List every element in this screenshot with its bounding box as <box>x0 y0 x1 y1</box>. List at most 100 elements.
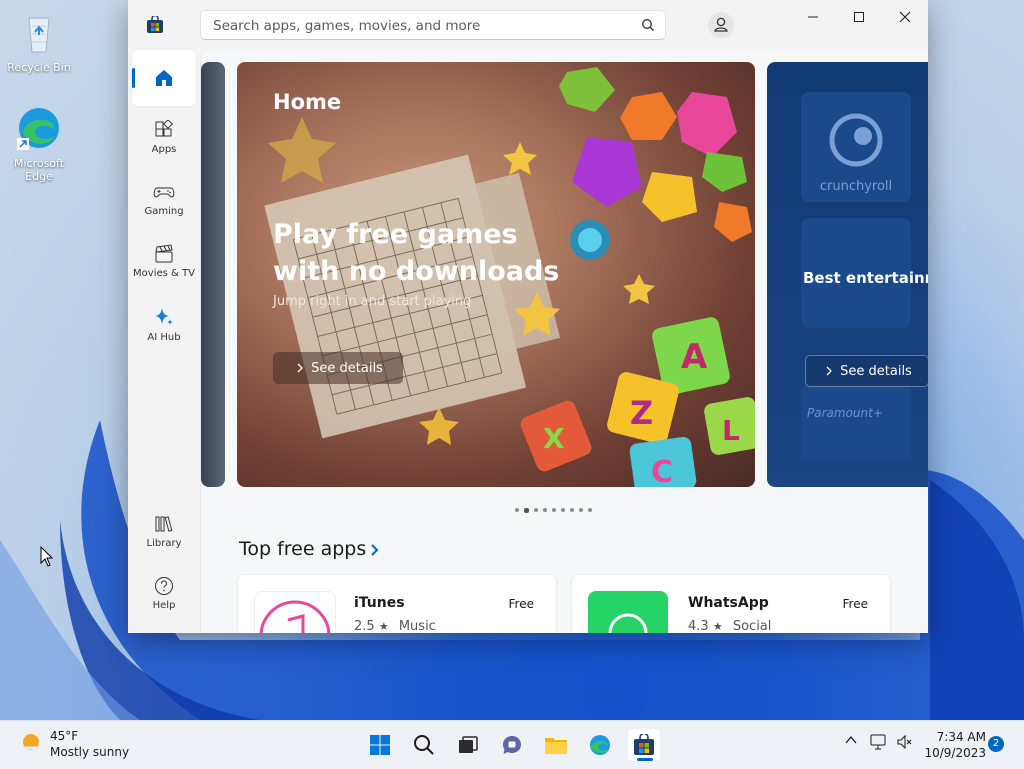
carousel-dot[interactable] <box>588 508 592 512</box>
home-icon <box>156 70 172 86</box>
nav-gaming[interactable]: Gaming <box>132 176 196 232</box>
nav-help[interactable]: Help <box>132 570 196 626</box>
weather-condition: Mostly sunny <box>50 745 130 759</box>
chevron-right-icon <box>297 363 304 373</box>
clapperboard-icon <box>155 244 173 263</box>
store-window: Apps Gaming Movies & TV AI Hub <box>128 0 928 633</box>
nav-library[interactable]: Library <box>132 508 196 564</box>
brand-crunchyroll: crunchyroll <box>820 179 892 194</box>
app-price: Free <box>842 597 868 611</box>
star-icon: ★ <box>712 620 723 633</box>
hero-title: Home <box>273 90 342 114</box>
app-meta: 4.3 ★ Social <box>688 619 771 633</box>
hero-next-title: Best entertainment apps <box>803 269 928 287</box>
network-icon[interactable] <box>870 733 888 751</box>
start-button[interactable] <box>364 729 396 761</box>
carousel-dot[interactable] <box>515 508 519 512</box>
recycle-bin-icon <box>28 17 50 53</box>
crunchyroll-tile: crunchyroll <box>801 92 911 202</box>
clock-time: 7:34 AM <box>936 730 986 744</box>
desktop-icon-edge[interactable]: Microsoft Edge <box>3 104 75 183</box>
see-details-button[interactable]: See details <box>273 352 403 384</box>
see-details-button-2[interactable]: See details <box>805 355 928 387</box>
hero-previous-card[interactable] <box>201 62 225 487</box>
paramount-tile: Paramount+ <box>801 384 911 460</box>
search-input[interactable] <box>211 17 635 35</box>
app-name: WhatsApp <box>688 595 769 611</box>
whatsapp-icon <box>588 591 668 633</box>
app-card-itunes[interactable]: iTunes 2.5 ★ Music Free <box>237 574 557 633</box>
nav-ai-hub[interactable]: AI Hub <box>132 300 196 356</box>
notification-badge[interactable]: 2 <box>988 736 1004 752</box>
search-box[interactable] <box>200 10 666 40</box>
side-navigation: Apps Gaming Movies & TV AI Hub Library H… <box>128 50 200 633</box>
store-icon <box>634 734 654 755</box>
app-rating: 4.3 <box>688 619 709 633</box>
person-icon <box>714 17 728 32</box>
volume-muted-icon[interactable] <box>896 733 914 751</box>
carousel-dot[interactable] <box>561 508 565 512</box>
carousel-dot[interactable] <box>543 508 547 512</box>
hero-next-card[interactable]: crunchyroll Paramount+ Best entertainmen… <box>767 62 928 487</box>
app-category: Music <box>398 619 436 633</box>
minimize-button[interactable] <box>790 0 836 34</box>
weather-widget[interactable]: 45°F Mostly sunny <box>18 729 129 759</box>
app-card-whatsapp[interactable]: WhatsApp 4.3 ★ Social Free <box>571 574 891 633</box>
nav-label: Apps <box>151 144 177 155</box>
chat-icon <box>503 736 521 754</box>
close-icon <box>899 11 911 23</box>
star-icon: ★ <box>378 620 389 633</box>
store-logo-icon <box>147 16 163 33</box>
hero-main-card[interactable]: A Z X L C Home Play free games with no d… <box>237 62 755 487</box>
nav-movies-tv[interactable]: Movies & TV <box>132 238 196 294</box>
nav-label: Gaming <box>144 206 184 217</box>
system-clock[interactable]: 7:34 AM 10/9/2023 <box>920 729 986 761</box>
chevron-up-icon[interactable] <box>844 733 858 747</box>
file-explorer-button[interactable] <box>540 729 572 761</box>
account-avatar[interactable] <box>708 12 734 38</box>
carousel-pager[interactable] <box>515 506 592 514</box>
carousel-dot[interactable] <box>552 508 556 512</box>
windows-start-icon <box>370 735 390 755</box>
nav-apps[interactable]: Apps <box>132 114 196 170</box>
see-details-label: See details <box>311 360 383 376</box>
mouse-cursor-icon <box>40 546 54 567</box>
nav-label: Movies & TV <box>133 268 195 279</box>
svg-text:A: A <box>681 337 708 377</box>
desktop-icon-recycle-bin[interactable]: Recycle Bin <box>3 8 75 74</box>
task-view-button[interactable] <box>452 729 484 761</box>
help-icon <box>155 577 173 595</box>
nav-label: AI Hub <box>147 332 181 343</box>
sunny-weather-icon <box>23 734 39 750</box>
see-details-label: See details <box>840 363 912 379</box>
taskbar-search-button[interactable] <box>408 729 440 761</box>
desktop-icon-label: Microsoft Edge <box>13 157 65 183</box>
nav-label: Library <box>146 538 182 549</box>
nav-home[interactable] <box>132 50 196 106</box>
hero-headline: Play free games with no downloads <box>273 219 560 287</box>
teams-chat-button[interactable] <box>496 729 528 761</box>
search-icon[interactable] <box>641 18 655 32</box>
gamepad-icon <box>153 187 175 198</box>
maximize-button[interactable] <box>836 0 882 34</box>
active-indicator <box>132 68 135 88</box>
chevron-right-icon[interactable] <box>369 543 381 557</box>
clock-date: 10/9/2023 <box>924 746 986 760</box>
store-taskbar-button[interactable] <box>628 729 660 761</box>
svg-text:Z: Z <box>630 394 653 432</box>
close-button[interactable] <box>882 0 928 34</box>
brand-paramount: Paramount+ <box>807 406 883 420</box>
carousel-dot[interactable] <box>534 508 538 512</box>
carousel-dot[interactable] <box>524 507 529 513</box>
task-view-icon <box>459 736 478 753</box>
section-title-top-free-apps[interactable]: Top free apps <box>239 538 366 560</box>
desktop-icon-label: Recycle Bin <box>7 61 71 74</box>
edge-taskbar-button[interactable] <box>584 729 616 761</box>
carousel-dot[interactable] <box>579 508 583 512</box>
active-app-indicator <box>637 758 653 761</box>
edge-icon <box>590 735 610 755</box>
itunes-icon <box>254 591 336 633</box>
carousel-dot[interactable] <box>570 508 574 512</box>
edge-icon <box>17 108 59 150</box>
svg-text:L: L <box>722 414 740 447</box>
